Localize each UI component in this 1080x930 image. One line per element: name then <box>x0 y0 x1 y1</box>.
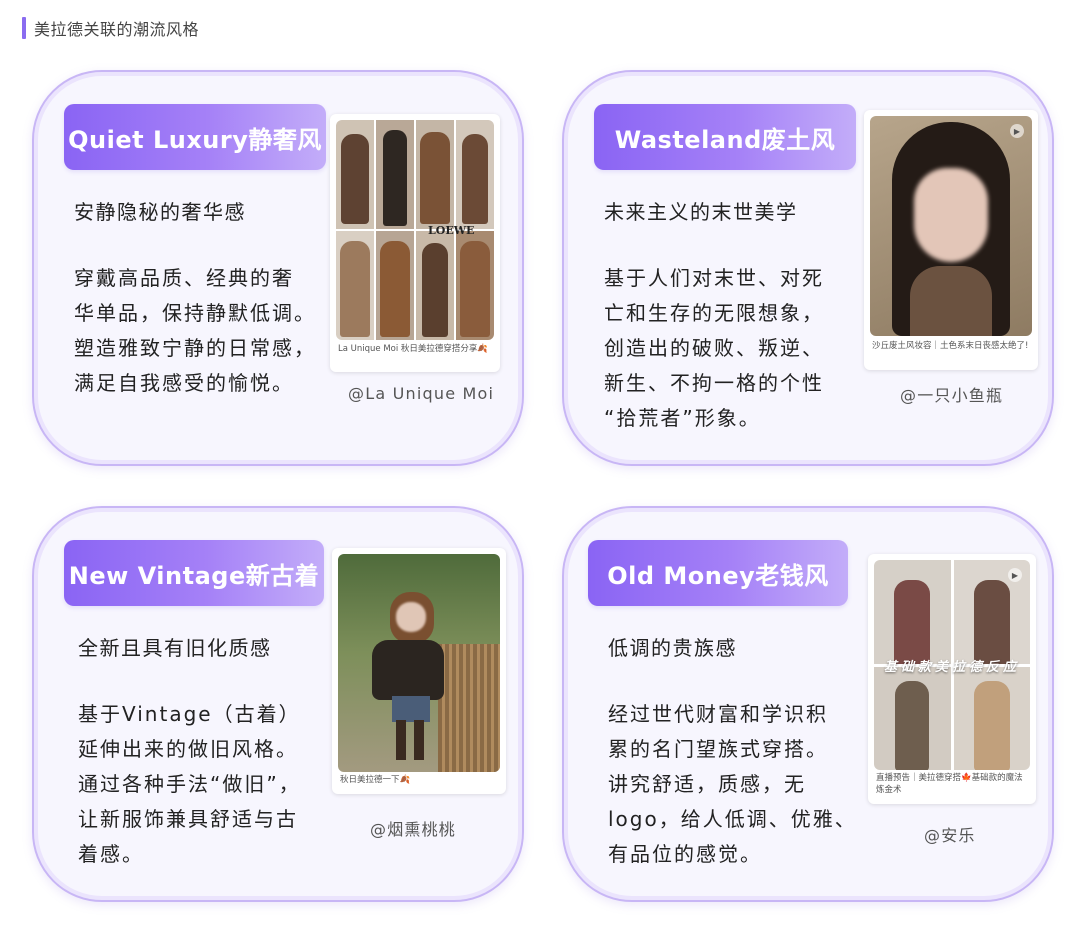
photo-overlay-text: 基础款美拉德反应 <box>883 660 1020 675</box>
play-icon: ▶ <box>1010 124 1024 138</box>
outfit-photo-collage: LOEWE <box>336 120 494 340</box>
photo-post-card[interactable]: 秋日美拉德一下🍂 <box>332 548 506 794</box>
section-accent-bar <box>22 17 26 39</box>
description-line: 着感。 <box>78 842 144 866</box>
description-line: 创造出的破败、叛逆、 <box>604 336 824 360</box>
description-line: 华单品，保持静默低调。 <box>74 301 316 325</box>
photo-credit: @安乐 <box>924 826 976 845</box>
style-subtitle: 安静隐秘的奢华感 <box>74 200 246 224</box>
brand-logo-overlay: LOEWE <box>428 224 475 237</box>
photo-credit: @一只小鱼瓶 <box>900 386 1004 405</box>
photo-credit: @烟熏桃桃 <box>370 820 457 839</box>
description-line: 亡和生存的无限想象， <box>604 301 824 325</box>
photo-post-card[interactable]: LOEWE La Unique Moi 秋日美拉德穿搭分享🍂 <box>330 114 500 372</box>
description-line: 有品位的感觉。 <box>608 842 762 866</box>
style-title-pill: Quiet Luxury静奢风 <box>64 104 326 170</box>
description-line: 穿戴高品质、经典的奢 <box>74 266 294 290</box>
description-line: “拾荒者”形象。 <box>604 406 761 430</box>
style-title-pill: Wasteland废土风 <box>594 104 856 170</box>
style-title-pill: Old Money老钱风 <box>588 540 848 606</box>
portrait-photo: ▶ <box>870 116 1032 336</box>
description-line: 基于Vintage（古着） <box>78 702 301 726</box>
style-subtitle: 未来主义的末世美学 <box>604 200 798 224</box>
description-line: 通过各种手法“做旧”， <box>78 772 301 796</box>
description-line: 经过世代财富和学识积 <box>608 702 828 726</box>
photo-post-card[interactable]: 基础款美拉德反应 ▶ 直播预告｜美拉德穿搭🍁基础款的魔法炼金术 <box>868 554 1036 804</box>
style-card-quiet-luxury: Quiet Luxury静奢风 安静隐秘的奢华感 穿戴高品质、经典的奢 华单品，… <box>32 70 524 466</box>
play-icon: ▶ <box>1008 568 1022 582</box>
photo-caption: 直播预告｜美拉德穿搭🍁基础款的魔法炼金术 <box>876 773 1023 795</box>
photo-credit: @La Unique Moi <box>348 384 495 403</box>
style-description: 经过世代财富和学识积 累的名门望族式穿搭。 讲究舒适，质感，无 logo，给人低… <box>608 697 857 872</box>
style-card-wasteland: Wasteland废土风 未来主义的末世美学 基于人们对末世、对死 亡和生存的无… <box>562 70 1054 466</box>
description-line: 让新服饰兼具舒适与古 <box>78 807 298 831</box>
description-line: 延伸出来的做旧风格。 <box>78 737 298 761</box>
description-line: 讲究舒适，质感，无 <box>608 772 806 796</box>
style-card-old-money: Old Money老钱风 低调的贵族感 经过世代财富和学识积 累的名门望族式穿搭… <box>562 506 1054 902</box>
photo-caption: 秋日美拉德一下🍂 <box>340 775 411 785</box>
description-line: 基于人们对末世、对死 <box>604 266 824 290</box>
section-title: 美拉德关联的潮流风格 <box>34 20 200 39</box>
section-header: 美拉德关联的潮流风格 <box>22 16 199 40</box>
style-title-pill: New Vintage新古着 <box>64 540 324 606</box>
photo-post-card[interactable]: ▶ 沙丘废土风妆容｜土色系末日丧感太绝了! <box>864 110 1038 370</box>
style-description: 穿戴高品质、经典的奢 华单品，保持静默低调。 塑造雅致宁静的日常感， 满足自我感… <box>74 261 316 401</box>
style-description: 基于Vintage（古着） 延伸出来的做旧风格。 通过各种手法“做旧”， 让新服… <box>78 697 301 872</box>
outfit-photo <box>338 554 500 772</box>
photo-caption: 沙丘废土风妆容｜土色系末日丧感太绝了! <box>872 341 1029 351</box>
description-line: 塑造雅致宁静的日常感， <box>74 336 316 360</box>
outfit-photo-collage: 基础款美拉德反应 ▶ <box>874 560 1030 770</box>
style-card-new-vintage: New Vintage新古着 全新且具有旧化质感 基于Vintage（古着） 延… <box>32 506 524 902</box>
description-line: 累的名门望族式穿搭。 <box>608 737 828 761</box>
description-line: 满足自我感受的愉悦。 <box>74 371 294 395</box>
style-subtitle: 全新且具有旧化质感 <box>78 636 272 660</box>
style-description: 基于人们对末世、对死 亡和生存的无限想象， 创造出的破败、叛逆、 新生、不拘一格… <box>604 261 824 436</box>
photo-caption: La Unique Moi 秋日美拉德穿搭分享🍂 <box>338 344 489 354</box>
description-line: logo，给人低调、优雅、 <box>608 807 857 831</box>
description-line: 新生、不拘一格的个性 <box>604 371 824 395</box>
style-subtitle: 低调的贵族感 <box>608 636 737 660</box>
